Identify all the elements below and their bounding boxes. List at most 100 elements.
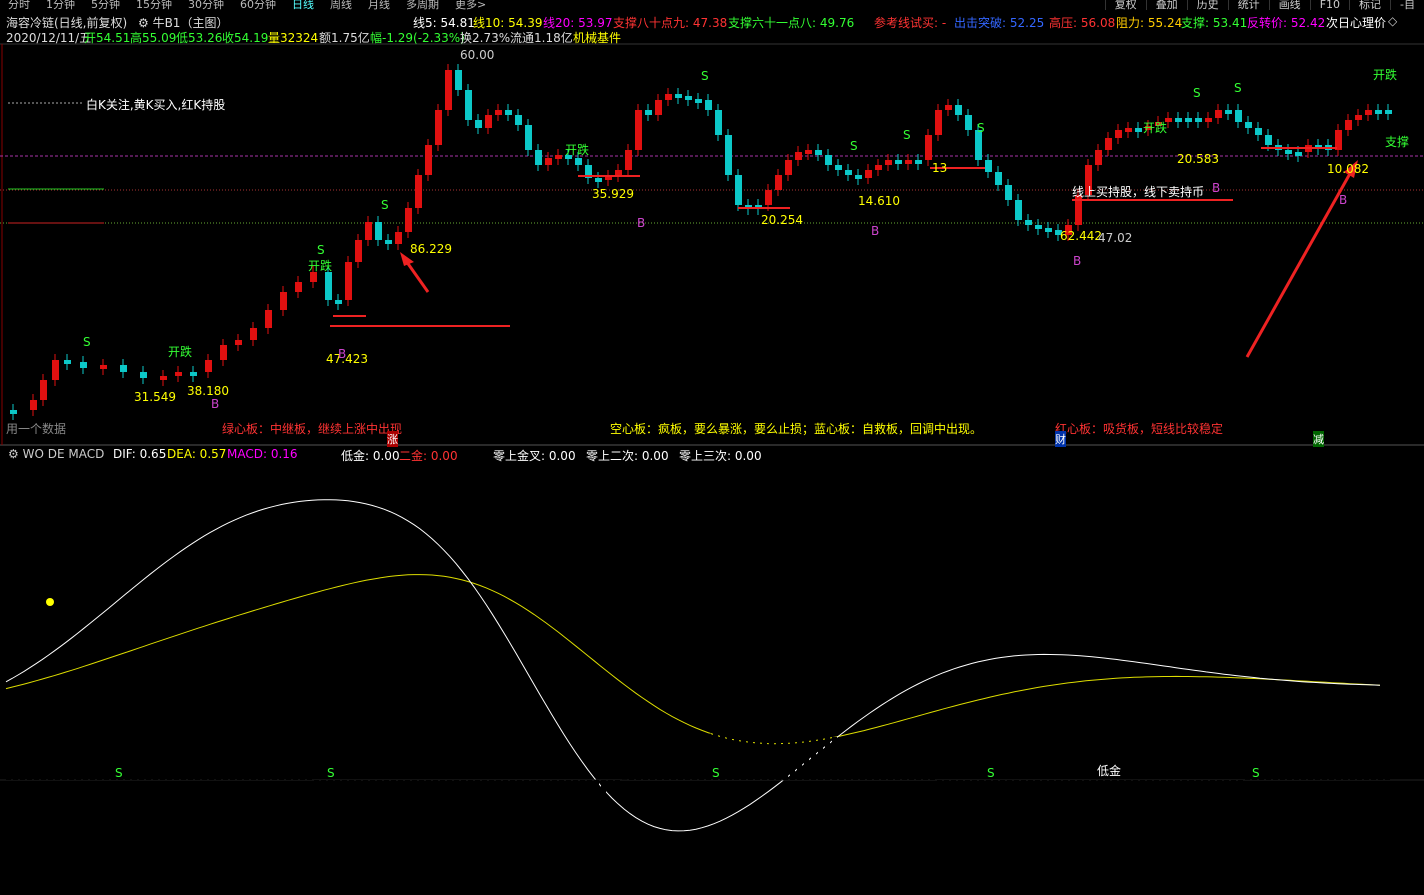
candle-body — [375, 222, 382, 240]
macd-bar — [986, 780, 991, 800]
candle-body — [805, 150, 812, 154]
macd-bar — [1049, 780, 1054, 812]
signal-b: B — [338, 347, 347, 361]
macd-bar — [993, 780, 998, 802]
macd-bar — [923, 775, 928, 780]
macd-bar — [69, 716, 74, 780]
macd-bar — [692, 738, 697, 780]
macd-bar — [1105, 780, 1110, 811]
macd-bar — [97, 697, 102, 780]
macd-bar — [608, 780, 613, 790]
reversal-label: 反转价: 52.42 — [1247, 16, 1326, 30]
macd-bar — [1301, 767, 1306, 780]
macd-bar — [1315, 765, 1320, 780]
macd-bar — [811, 730, 816, 780]
gear-icon[interactable]: ⚙ — [8, 447, 23, 461]
signal-b: B — [1339, 193, 1348, 207]
macd-bar — [538, 780, 543, 837]
macd-bar — [258, 732, 263, 780]
macd-bar — [48, 733, 53, 780]
macd-bar — [671, 749, 676, 780]
macd-bar — [1280, 771, 1285, 780]
next-price-label: 次日心理价 — [1326, 16, 1387, 30]
macd-bar — [1294, 769, 1299, 780]
candle-body — [915, 160, 922, 164]
macd-bar — [447, 780, 452, 862]
macd-bar — [825, 734, 830, 780]
turnover-label: 换2.73% — [460, 31, 511, 45]
breakout-label: 出击突破: 52.25 — [954, 16, 1045, 30]
macd-bar — [13, 766, 18, 780]
candle-body — [64, 360, 71, 364]
macd-bar — [1364, 760, 1369, 780]
macd-bar — [895, 763, 900, 780]
signal-s: S — [115, 766, 123, 780]
macd-bar — [90, 701, 95, 780]
macd-bar — [1056, 780, 1061, 813]
macd-bar — [902, 766, 907, 780]
candle-body — [40, 380, 47, 400]
candle-body — [100, 365, 107, 369]
candle-body — [735, 175, 742, 205]
macd-bar — [307, 776, 312, 780]
signal-s: S — [712, 766, 720, 780]
macd-name[interactable]: ⚙ WO DE MACD — [8, 447, 104, 461]
signal-open: 开跌 — [1373, 68, 1398, 82]
candle-body — [695, 99, 702, 103]
candle-body — [205, 360, 212, 372]
amount-label: 额1.75亿 — [319, 31, 370, 45]
macd-bar — [83, 706, 88, 780]
macd-bar — [951, 780, 956, 788]
macd-bar — [433, 780, 438, 859]
macd-bar — [461, 780, 466, 862]
macd-bar — [398, 780, 403, 847]
macd-bar — [741, 725, 746, 780]
macd-bar — [384, 780, 389, 839]
macd-bar — [685, 742, 690, 780]
macd-bar — [342, 780, 347, 808]
candle-body — [815, 150, 822, 155]
macd-bar — [720, 729, 725, 780]
open-label: 开54.51 — [84, 31, 131, 45]
candle-body — [1285, 150, 1292, 154]
candle-body — [955, 105, 962, 115]
collapse-icon[interactable]: ◇ — [1388, 14, 1397, 28]
macd-bar — [6, 773, 11, 780]
candle-body — [1025, 220, 1032, 225]
gear-icon[interactable]: ⚙ — [138, 16, 153, 30]
macd-bar — [1210, 780, 1215, 789]
candle-body — [1115, 130, 1122, 138]
macd-bar — [181, 686, 186, 780]
macd-bar — [1385, 759, 1390, 780]
candle-body — [1105, 138, 1112, 150]
candle-body — [1385, 110, 1392, 114]
candle-body — [795, 152, 802, 160]
candle-body — [1235, 110, 1242, 122]
macd-bar — [1231, 780, 1236, 783]
candle-body — [10, 410, 17, 414]
macd-bar — [776, 724, 781, 780]
candle-body — [280, 292, 287, 310]
macd-bar — [734, 726, 739, 780]
price-label: 38.180 — [187, 384, 229, 398]
macd-bar — [1350, 761, 1355, 780]
macd-bar — [832, 736, 837, 780]
macd-bar — [104, 694, 109, 780]
candle-body — [645, 110, 652, 115]
macd-bar — [1021, 780, 1026, 809]
macd-bar — [552, 780, 557, 829]
macd-bar — [678, 745, 683, 780]
macd-bar — [944, 780, 949, 785]
zero-cross-label: 零上金叉: 0.00 — [493, 449, 576, 463]
macd-bar — [1217, 780, 1222, 787]
macd-bar — [202, 694, 207, 780]
candle-body — [52, 360, 59, 380]
macd-bar — [769, 723, 774, 780]
macd-bar — [1140, 780, 1145, 805]
macd-bar — [1175, 780, 1180, 798]
macd-bar — [209, 697, 214, 780]
macd-bar — [601, 780, 606, 795]
high-pressure-label: 高压: 56.08 — [1049, 16, 1116, 30]
candle-body — [775, 175, 782, 190]
macd-bar — [587, 780, 592, 805]
